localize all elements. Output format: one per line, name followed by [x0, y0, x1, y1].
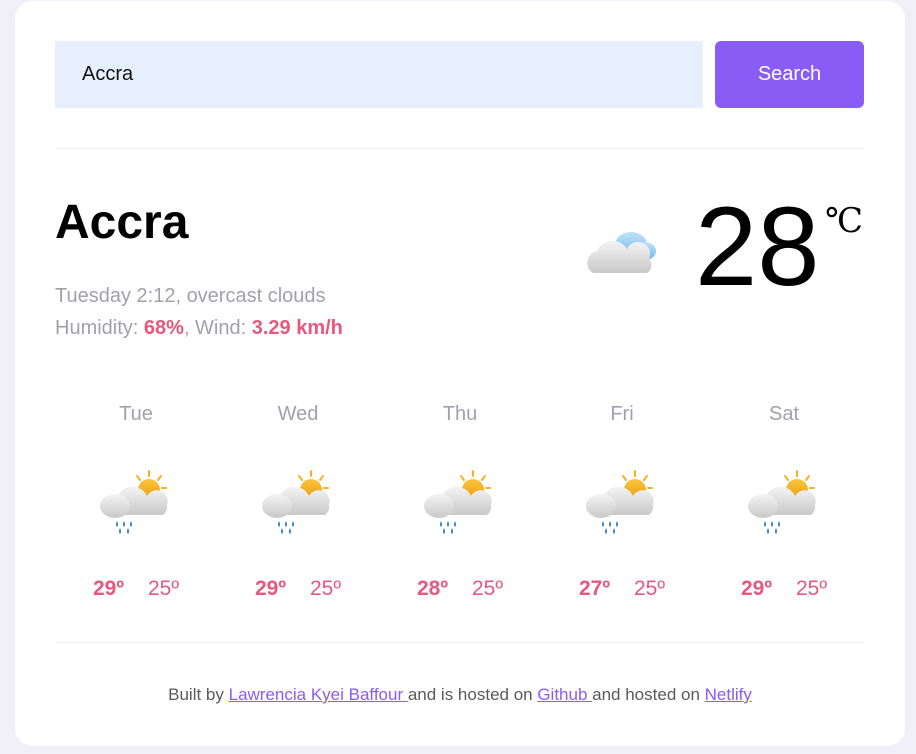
forecast-min-temp: 25º — [472, 577, 504, 600]
forecast-day-name: Tue — [119, 403, 153, 425]
current-temperature: 28 — [695, 184, 820, 309]
forecast-min-temp: 25º — [148, 577, 180, 600]
forecast-temps: 28º 25º — [379, 577, 541, 601]
divider — [55, 642, 865, 643]
forecast-day: Thu 28º 25º — [379, 403, 541, 613]
forecast-day-name: Fri — [610, 403, 634, 425]
search-form: Search — [55, 41, 865, 108]
search-input[interactable] — [55, 41, 703, 108]
forecast-max-temp: 28º — [416, 577, 448, 600]
forecast-max-temp: 29º — [92, 577, 124, 600]
forecast-max-temp: 29º — [254, 577, 286, 600]
divider — [55, 148, 865, 149]
humidity-wind: Humidity: 68%, Wind: 3.29 km/h — [55, 312, 343, 344]
wind-label: , Wind: — [183, 317, 252, 339]
netlify-link[interactable]: Netlify — [705, 685, 752, 704]
humidity-value: 68% — [143, 317, 184, 339]
forecast-min-temp: 25º — [634, 577, 666, 600]
forecast: Tue 29º 25º Wed 29º 25º Thu 28º 25º Fri 27º… — [55, 403, 865, 613]
light-rain-sun-icon — [421, 469, 497, 537]
author-link[interactable]: Lawrencia Kyei Baffour — [229, 685, 408, 704]
footer-built-by: Built by — [168, 685, 229, 704]
forecast-min-temp: 25º — [796, 577, 828, 600]
footer-hosted-text-2: and hosted on — [592, 685, 705, 704]
overcast-clouds-icon — [587, 232, 656, 273]
weather-details: Tuesday 2:12, overcast clouds Humidity: … — [55, 280, 343, 344]
forecast-max-temp: 29º — [740, 577, 772, 600]
forecast-day: Fri 27º 25º — [541, 403, 703, 613]
forecast-day-name: Sat — [768, 403, 800, 425]
forecast-temps: 27º 25º — [541, 577, 703, 601]
city-name: Accra — [55, 196, 189, 249]
footer: Built by Lawrencia Kyei Baffour and is h… — [15, 685, 905, 705]
forecast-temps: 29º 25º — [703, 577, 865, 601]
forecast-max-temp: 27º — [578, 577, 610, 600]
forecast-day: Wed 29º 25º — [217, 403, 379, 613]
forecast-temps: 29º 25º — [217, 577, 379, 601]
date-description: Tuesday 2:12, overcast clouds — [55, 285, 326, 307]
forecast-day: Tue 29º 25º — [55, 403, 217, 613]
light-rain-sun-icon — [583, 469, 659, 537]
footer-hosted-text: and is hosted on — [407, 685, 538, 704]
light-rain-sun-icon — [745, 469, 821, 537]
search-button[interactable]: Search — [715, 41, 864, 108]
forecast-temps: 29º 25º — [55, 577, 217, 601]
github-link[interactable]: Github — [537, 685, 592, 704]
forecast-day: Sat 29º 25º — [703, 403, 865, 613]
light-rain-sun-icon — [97, 469, 173, 537]
weather-card: Search Accra Tuesday 2:12, overcast clou… — [15, 1, 905, 746]
forecast-day-name: Thu — [442, 403, 478, 425]
humidity-label: Humidity: — [55, 317, 144, 339]
temperature-unit: ℃ — [825, 201, 864, 241]
wind-value: 3.29 km/h — [251, 317, 343, 339]
forecast-day-name: Wed — [277, 403, 319, 425]
light-rain-sun-icon — [259, 469, 335, 537]
forecast-min-temp: 25º — [310, 577, 342, 600]
